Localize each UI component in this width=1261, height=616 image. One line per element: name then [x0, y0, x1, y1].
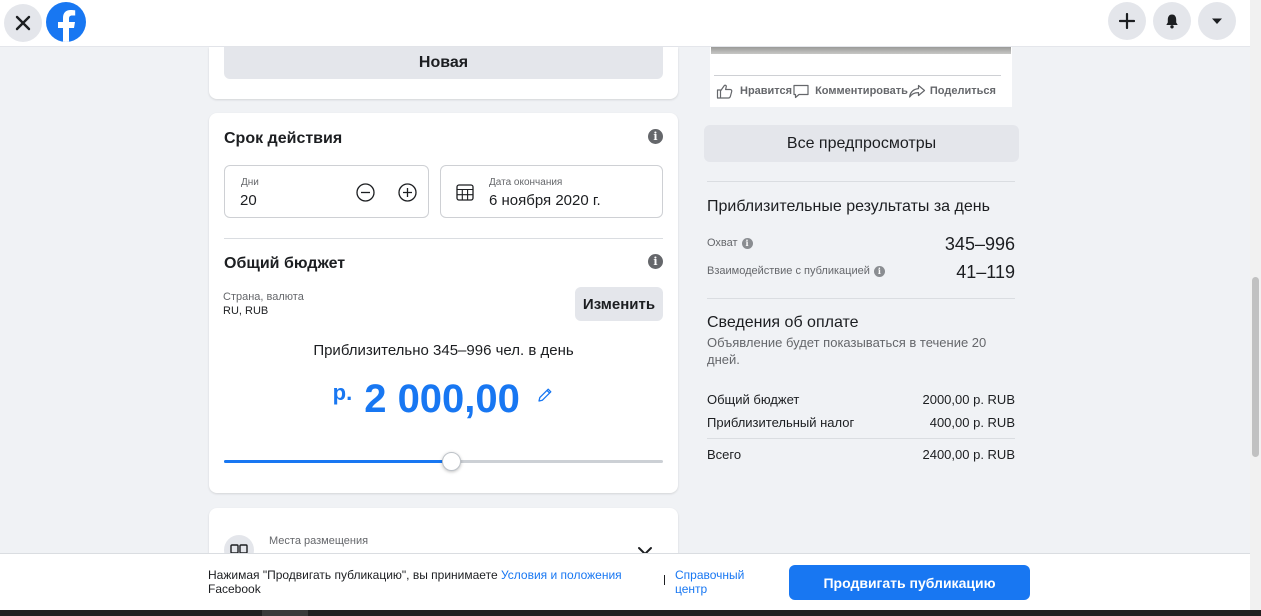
facebook-logo[interactable] [46, 2, 86, 42]
pencil-icon[interactable] [536, 386, 554, 404]
promote-post-button[interactable]: Продвигать публикацию [789, 565, 1030, 600]
daily-results-title: Приблизительные результаты за день [707, 198, 990, 215]
info-icon[interactable]: i [873, 265, 885, 277]
close-icon [15, 15, 31, 31]
days-field[interactable]: Дни 20 [224, 165, 429, 218]
audience-card: Новая [209, 47, 678, 99]
total-label: Всего [707, 447, 742, 462]
plus-circle-icon[interactable] [397, 182, 418, 203]
change-country-button[interactable]: Изменить [575, 287, 663, 321]
budget-title: Общий бюджет [224, 255, 346, 272]
terms-text: Нажимая "Продвигать публикацию", вы прин… [208, 568, 648, 596]
budget-row-value: 2000,00 р. RUB [922, 392, 1015, 407]
reach-value: 345–996 [944, 234, 1015, 254]
budget-amount-display[interactable]: р. 2 000,00 [209, 377, 678, 422]
engagement-value: 41–119 [956, 262, 1015, 282]
share-icon[interactable] [908, 83, 926, 99]
duration-budget-card: Срок действия i Дни 20 Дата окончания 6 … [209, 113, 678, 493]
divider [714, 75, 1001, 76]
top-bar [0, 0, 1250, 47]
days-value: 20 [240, 192, 257, 209]
info-icon[interactable]: i [648, 129, 663, 144]
page-scrollbar[interactable] [1250, 0, 1261, 610]
divider [707, 438, 1015, 439]
budget-row-label: Общий бюджет [707, 392, 800, 407]
promote-button-label: Продвигать публикацию [823, 574, 996, 591]
engagement-label: Взаимодействие с публикацией i [707, 265, 885, 277]
all-previews-label: Все предпросмотры [786, 134, 937, 152]
total-value: 2400,00 р. RUB [922, 447, 1015, 462]
terms-prefix: Нажимая "Продвигать публикацию", вы прин… [208, 568, 501, 582]
tax-row-label: Приблизительный налог [707, 415, 855, 430]
terms-link[interactable]: Условия и положения [501, 568, 622, 582]
country-currency-value: RU, RUB [223, 305, 269, 317]
like-label[interactable]: Нравится [740, 85, 792, 97]
scrollbar-thumb[interactable] [1252, 277, 1259, 457]
caret-down-icon [1212, 18, 1222, 24]
plus-icon [1119, 13, 1135, 29]
currency-symbol: р. [332, 380, 353, 405]
close-button[interactable] [4, 4, 42, 42]
engagement-label-text: Взаимодействие с публикацией [707, 265, 870, 277]
all-previews-button[interactable]: Все предпросмотры [704, 125, 1019, 162]
reach-estimate-text: Приблизительно 345–996 чел. в день [313, 342, 574, 359]
os-taskbar [0, 610, 1261, 616]
comment-icon[interactable] [792, 83, 810, 99]
end-date-field[interactable]: Дата окончания 6 ноября 2020 г. [440, 165, 663, 218]
change-button-label: Изменить [582, 295, 656, 313]
placements-label: Места размещения [269, 535, 369, 547]
calendar-icon [456, 184, 474, 201]
payment-description: Объявление будет показываться в течение … [707, 335, 987, 367]
slider-fill [224, 460, 452, 463]
info-icon[interactable]: i [648, 254, 663, 269]
post-preview: Нравится Комментировать Поделиться [710, 47, 1012, 107]
share-label[interactable]: Поделиться [930, 85, 996, 97]
bottom-action-bar: Нажимая "Продвигать публикацию", вы прин… [0, 553, 1250, 610]
separator [664, 575, 665, 585]
minus-circle-icon[interactable] [355, 182, 376, 203]
comment-label[interactable]: Комментировать [815, 85, 908, 97]
divider [707, 298, 1015, 299]
payment-title: Сведения об оплате [707, 314, 859, 331]
help-center-link[interactable]: Справочный центр [675, 568, 765, 596]
slider-thumb[interactable] [442, 452, 461, 471]
tax-row-value: 400,00 р. RUB [929, 415, 1015, 430]
info-icon[interactable]: i [741, 237, 753, 249]
reach-label: Охват i [707, 237, 753, 249]
account-menu-button[interactable] [1198, 2, 1236, 40]
divider [707, 181, 1015, 182]
new-audience-button[interactable]: Новая [224, 47, 663, 79]
post-actions: Нравится Комментировать Поделиться [716, 83, 996, 99]
days-label: Дни [241, 177, 259, 188]
divider [224, 238, 663, 239]
notifications-button[interactable] [1153, 2, 1191, 40]
country-currency-label: Страна, валюта [223, 291, 304, 303]
duration-title: Срок действия [224, 130, 343, 147]
end-date-value: 6 ноября 2020 г. [489, 192, 601, 209]
new-audience-label: Новая [418, 54, 469, 71]
budget-slider[interactable] [224, 452, 663, 472]
end-date-label: Дата окончания [489, 177, 563, 188]
taskbar-item[interactable] [262, 610, 308, 616]
budget-amount: 2 000,00 [364, 377, 520, 421]
facebook-f-icon [58, 10, 76, 42]
post-image [711, 47, 1011, 54]
thumbs-up-icon[interactable] [716, 83, 734, 99]
terms-suffix: Facebook [208, 582, 261, 596]
create-button[interactable] [1108, 2, 1146, 40]
bell-icon [1166, 14, 1178, 29]
reach-label-text: Охват [707, 237, 738, 249]
